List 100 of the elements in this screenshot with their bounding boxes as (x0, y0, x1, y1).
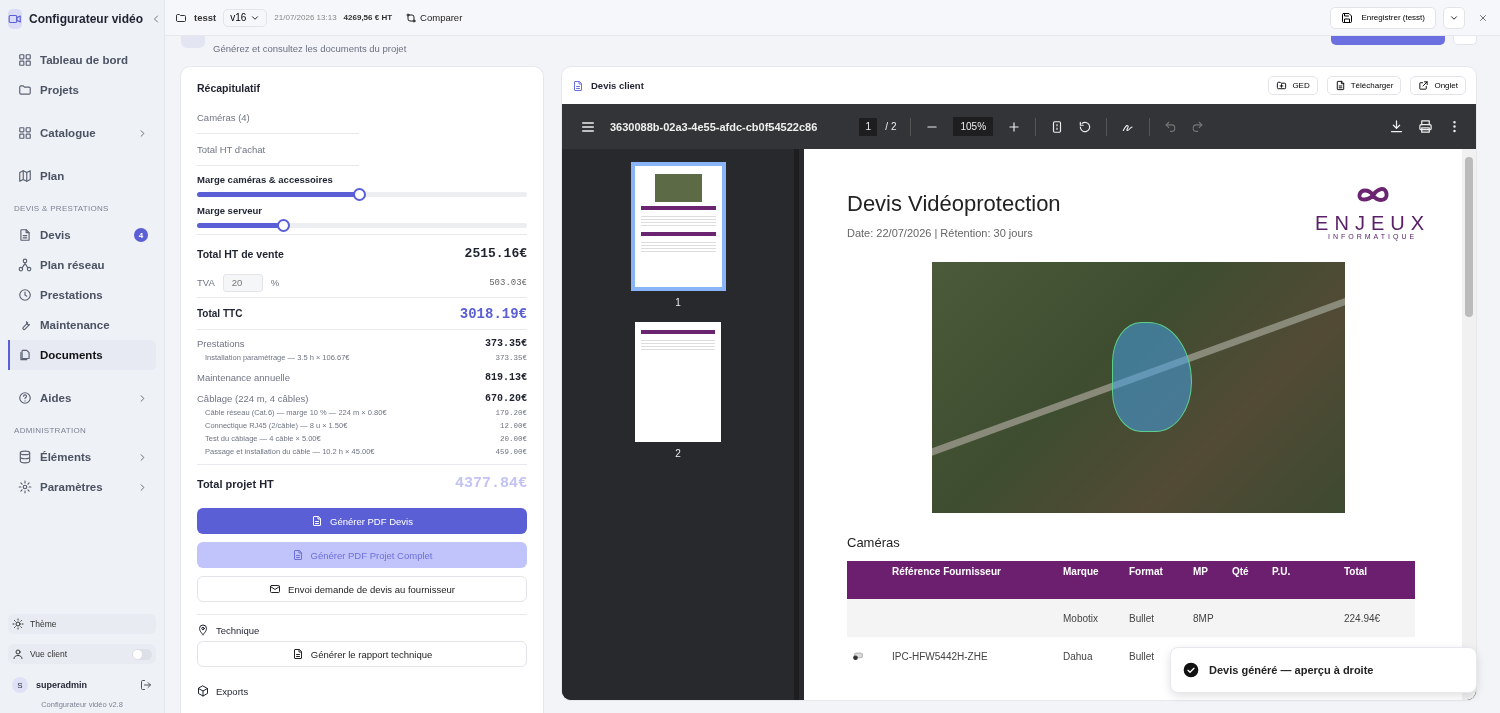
clock-icon (18, 288, 32, 302)
cost-value: 670.20€ (485, 392, 527, 404)
page-subtitle: Générez et consultez les documents du projet (213, 43, 407, 54)
folder-plus-icon (1276, 80, 1288, 91)
page-number: 1 (675, 297, 681, 308)
file-icon (291, 648, 304, 660)
total-label: Total TTC (197, 308, 243, 319)
cost-label: Câblage (224 m, 4 câbles) (197, 392, 309, 404)
version-select[interactable]: v16 (223, 8, 268, 27)
user-icon (12, 648, 24, 660)
table-cell-text: 8MP (1193, 612, 1215, 624)
sidebar-item[interactable]: Maintenance (8, 310, 156, 340)
logo-text: ENJEUX (1315, 213, 1430, 233)
toggle-switch[interactable] (132, 648, 152, 660)
grid-icon (18, 53, 32, 67)
tax-rate-field[interactable]: 20 (222, 273, 263, 292)
folder-icon (18, 83, 32, 97)
document-title: Devis Vidéoprotection (847, 191, 1061, 217)
box-icon (197, 685, 209, 697)
save-button[interactable]: Enregistrer (tesst) (1330, 6, 1436, 29)
slider-label: Marge caméras & accessoires (197, 174, 334, 185)
column-header: P.U. (1272, 566, 1292, 577)
toolbar-button[interactable]: Onglet (1410, 76, 1466, 95)
page-thumbnail[interactable] (635, 322, 721, 442)
sidebar-item[interactable]: Aides (8, 383, 156, 413)
toast-message: Devis généré — aperçu à droite (1209, 664, 1374, 676)
cost-value: 819.13€ (485, 371, 527, 383)
map-icon (18, 169, 32, 183)
action-button[interactable]: Envoi demande de devis au fournisseur (197, 576, 527, 602)
section-heading: DEVIS & PRESTATIONS (13, 204, 110, 215)
file-icon (291, 549, 304, 561)
column-header: Qté (1232, 566, 1250, 577)
file-icon (18, 228, 32, 242)
column-header: Total (1344, 566, 1369, 577)
sidebar-item[interactable]: Plan réseau (8, 250, 156, 280)
cost-value: 373.35€ (485, 337, 527, 349)
folder-icon (175, 11, 187, 24)
sun-icon (12, 618, 24, 630)
sidebar-item[interactable]: Documents (8, 340, 156, 370)
sidebar-item[interactable]: Tableau de bord (8, 45, 156, 75)
toggle-label: Vue client (30, 649, 68, 659)
compare-icon (405, 11, 418, 24)
grid-icon (18, 126, 32, 140)
report-button[interactable]: Générer le rapport technique (197, 641, 527, 667)
page-count: / 2 (885, 121, 897, 132)
scrollbar[interactable] (1462, 149, 1476, 700)
total-value: 3018.19€ (459, 305, 527, 322)
toolbar-button[interactable]: GED (1268, 76, 1318, 95)
settings-icon (18, 480, 32, 494)
column-header: Format (1129, 566, 1164, 577)
sidebar-item[interactable]: Catalogue (8, 118, 156, 148)
redo-icon[interactable] (1191, 120, 1205, 133)
page-thumbnail[interactable] (630, 162, 726, 291)
help-icon (18, 391, 32, 405)
cost-label: Prestations (197, 337, 245, 349)
zoom-level[interactable]: 105% (953, 117, 994, 136)
table-cell-text: Bullet (1129, 650, 1155, 662)
column-header: Référence Fournisseur (892, 566, 1002, 577)
download-icon[interactable] (1389, 119, 1404, 134)
zoom-in-icon[interactable] (1007, 119, 1022, 134)
external-link-icon (1418, 80, 1430, 91)
file-icon (572, 79, 584, 92)
file-name: 3630088b-02a3-4e55-afdc-cb0f54522c86 (610, 120, 818, 133)
action-button[interactable]: Générer PDF Devis (197, 508, 527, 534)
document-date: Date: 22/07/2026 | Rétention: 30 jours (847, 227, 1034, 239)
toolbar-button[interactable]: Télécharger (1326, 76, 1402, 95)
section-heading: Caméras (847, 535, 901, 550)
slider-thumb[interactable] (276, 219, 290, 232)
sidebar-item[interactable]: Projets (8, 75, 156, 105)
database-icon (18, 450, 32, 464)
rotate-icon[interactable] (1078, 119, 1093, 134)
logout-icon[interactable] (140, 679, 152, 691)
sidebar-item[interactable]: Prestations (8, 280, 156, 310)
undo-icon[interactable] (1164, 120, 1178, 133)
summary-label: Total HT d'achat (197, 144, 266, 155)
print-icon[interactable] (1418, 119, 1433, 134)
sidebar-item[interactable]: Devis 4 (8, 220, 156, 250)
table-cell-text: Dahua (1063, 650, 1094, 662)
download-file-icon (1334, 80, 1346, 91)
total-label: Total HT de vente (197, 247, 284, 260)
sidebar-item[interactable]: Éléments (8, 442, 156, 472)
version-date: 21/07/2026 13:13 (274, 13, 337, 22)
compare-button[interactable]: Comparer (399, 10, 469, 25)
theme-button[interactable]: Thème (8, 614, 156, 634)
cost-label: Maintenance annuelle (197, 371, 290, 383)
map-pin-icon (197, 624, 209, 636)
tax-label: TVA (197, 277, 215, 288)
card-title: Devis client (591, 80, 644, 91)
sidebar-item[interactable]: Paramètres (8, 472, 156, 502)
table-cell-text: Mobotix (1063, 612, 1099, 624)
network-icon (18, 258, 32, 272)
slider-thumb[interactable] (352, 188, 366, 201)
column-header: Marque (1063, 566, 1100, 577)
sidebar-item[interactable]: Plan (8, 161, 156, 191)
close-icon[interactable] (1478, 12, 1488, 23)
check-circle-icon (1183, 662, 1199, 678)
page-field[interactable]: 1 (859, 117, 878, 136)
total-label: Total projet HT (197, 477, 274, 490)
save-icon (1341, 11, 1354, 24)
tax-value: 503.03€ (489, 277, 527, 288)
